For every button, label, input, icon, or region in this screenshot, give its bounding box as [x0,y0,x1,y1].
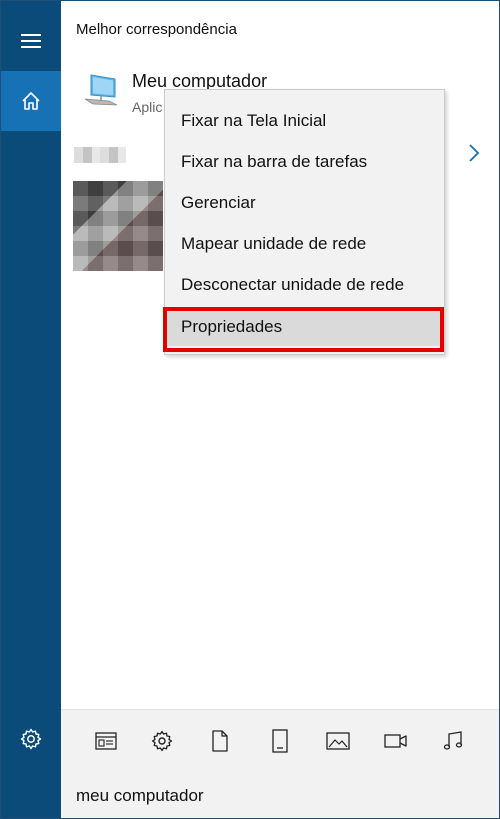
blurred-result-thumbnail [73,181,163,271]
document-icon [212,730,228,752]
menu-item-map-network-drive[interactable]: Mapear unidade de rede [165,225,444,263]
menu-item-pin-start[interactable]: Fixar na Tela Inicial [165,102,444,140]
filter-devices-button[interactable] [267,728,293,754]
hamburger-menu-icon [21,34,41,48]
menu-item-disconnect-network-drive[interactable]: Desconectar unidade de rede [165,266,444,304]
settings-button[interactable] [1,709,61,769]
search-input[interactable] [76,786,476,806]
section-title: Melhor correspondência [76,21,237,38]
apps-icon [95,732,117,750]
filter-settings-button[interactable] [149,728,175,754]
home-icon [22,92,40,110]
search-box[interactable] [61,772,499,818]
menu-item-pin-taskbar[interactable]: Fixar na barra de tarefas [165,143,444,181]
context-menu: Fixar na Tela Inicial Fixar na barra de … [164,89,445,355]
settings-icon [151,730,173,752]
filter-photos-button[interactable] [325,728,351,754]
music-icon [443,731,463,750]
filter-music-button[interactable] [441,728,467,754]
navigation-rail [1,1,61,818]
search-filter-bar [61,709,499,772]
video-icon [384,734,407,748]
tablet-icon [272,729,288,753]
start-search-window: Melhor correspondência Meu computador Ap… [0,0,500,819]
filter-apps-button[interactable] [93,728,119,754]
blurred-result-label [74,147,126,163]
hamburger-menu-button[interactable] [1,11,61,71]
filter-documents-button[interactable] [207,728,233,754]
photo-icon [326,732,350,750]
computer-icon [84,74,118,106]
gear-icon [20,728,42,750]
chevron-right-icon[interactable] [466,143,482,163]
filter-videos-button[interactable] [383,728,409,754]
best-match-subtitle: Aplic [132,99,163,115]
menu-item-manage[interactable]: Gerenciar [165,184,444,222]
menu-item-properties[interactable]: Propriedades [165,308,444,346]
home-button[interactable] [1,71,61,131]
